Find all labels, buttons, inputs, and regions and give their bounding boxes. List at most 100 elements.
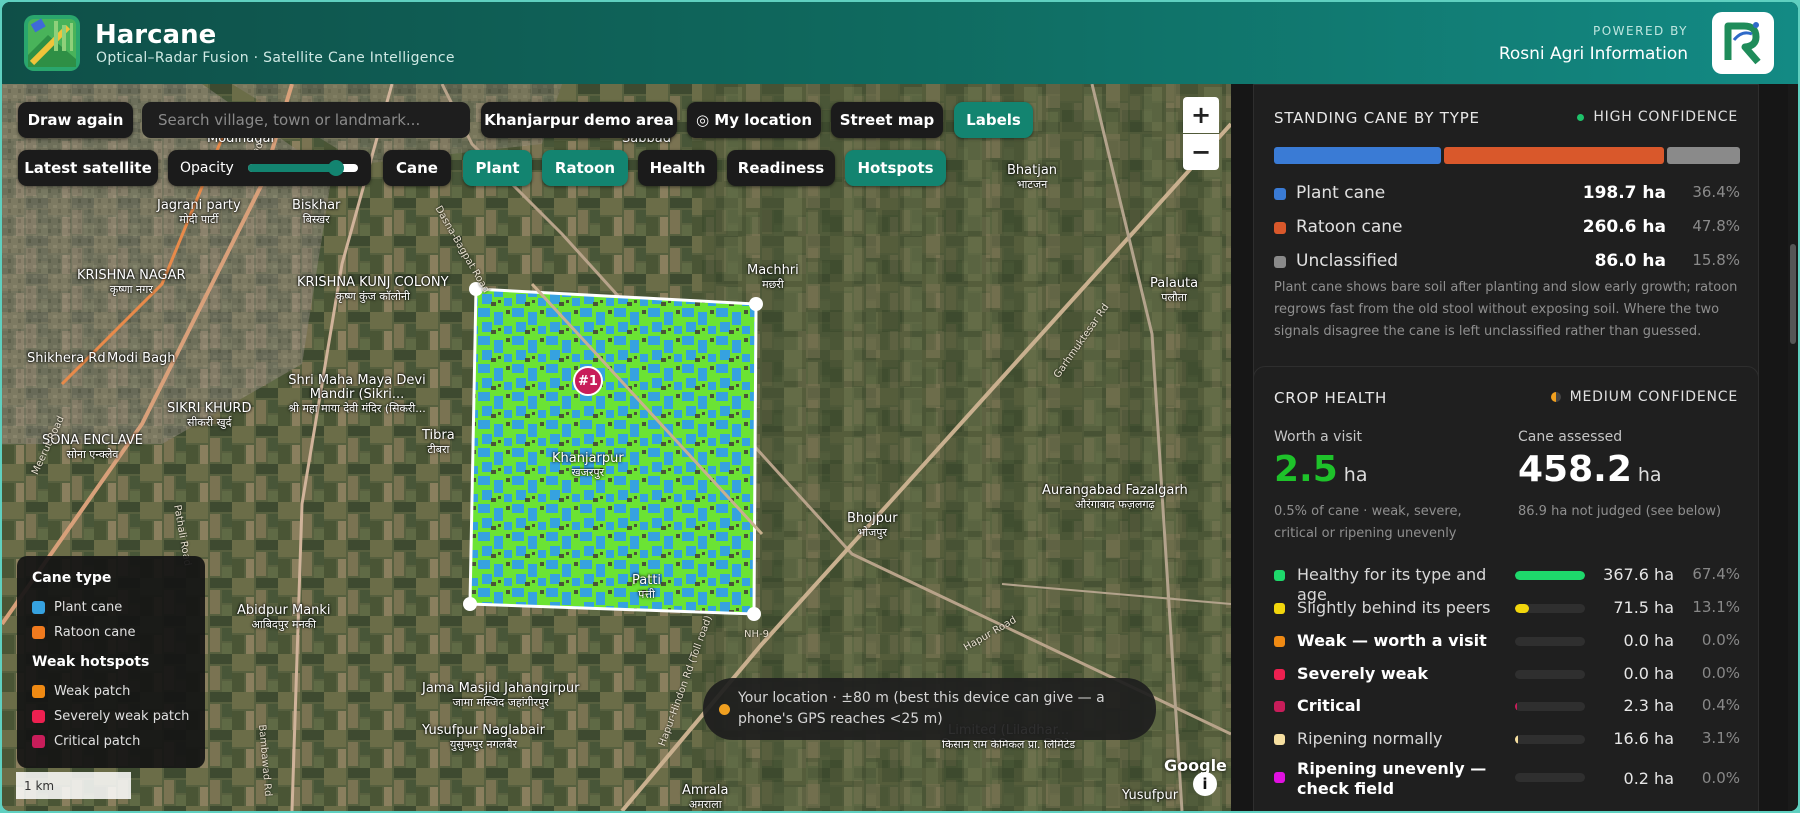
health-swatch: [1274, 772, 1285, 783]
cane-layer-toggle[interactable]: Cane: [383, 150, 451, 186]
place-name: Abidpur Manki: [237, 603, 331, 618]
health-layer-toggle[interactable]: Health: [638, 150, 717, 186]
place-name-hindi: किसान राम केमिकल प्रा. लिमिटेड: [942, 738, 1076, 751]
health-row: Ripening normally 16.6 ha 3.1%: [1274, 729, 1740, 759]
cane-assessed-number: 458.2: [1518, 449, 1632, 490]
hotspot-marker[interactable]: #1: [573, 366, 603, 396]
panel-scrollbar[interactable]: [1788, 84, 1798, 811]
zoom-in-button[interactable]: +: [1183, 97, 1219, 133]
place-label: Palauta पलौता: [1150, 277, 1198, 305]
hotspots-layer-toggle[interactable]: Hotspots: [845, 150, 946, 186]
health-swatch: [1274, 669, 1285, 680]
stacked-bar-segment: [1667, 147, 1740, 164]
place-name: Tibra: [422, 428, 455, 443]
legend-item-critical: Critical patch: [32, 729, 205, 754]
place-label: Aurangabad Fazalgarh औरंगाबाद फज़लगढ़: [1042, 484, 1188, 512]
harcane-logo: [24, 15, 80, 71]
health-percent: 0.0%: [1701, 769, 1740, 787]
info-icon[interactable]: i: [1193, 772, 1217, 796]
place-name-hindi: कृष्णा नगर: [109, 283, 153, 296]
scrollbar-thumb[interactable]: [1790, 244, 1796, 344]
demo-area-button[interactable]: Khanjarpur demo area: [481, 102, 677, 138]
health-bar-fill: [1515, 604, 1529, 613]
location-status-text: Your location · ±80 m (best this device …: [738, 690, 1105, 727]
cane-assessed-unit: ha: [1637, 464, 1662, 486]
place-name: Bhojpur: [847, 511, 898, 526]
health-label: Ripening normally: [1297, 729, 1443, 748]
type-label: Plant cane: [1296, 183, 1386, 203]
health-bar: [1515, 773, 1585, 782]
my-location-button[interactable]: ◎ My location: [687, 102, 821, 138]
type-percent: 47.8%: [1692, 217, 1740, 235]
labels-toggle[interactable]: Labels: [954, 102, 1033, 138]
place-name-hindi: मछरी: [762, 278, 784, 291]
place-name: Amrala: [682, 783, 729, 798]
place-name-hindi: आबिदपुर मनकी: [251, 618, 316, 631]
health-percent: 0.0%: [1701, 664, 1740, 682]
legend-item-ratoon: Ratoon cane: [32, 620, 205, 645]
health-area: 0.2 ha: [1623, 769, 1674, 788]
cane-assessed-note: 86.9 ha not judged (see below): [1518, 504, 1722, 519]
legend-label: Severely weak patch: [54, 709, 190, 724]
place-name-hindi: भोजपुर: [857, 526, 888, 539]
search-input[interactable]: [142, 102, 470, 138]
app-subtitle: Optical–Radar Fusion · Satellite Cane In…: [96, 50, 455, 66]
health-bar-fill: [1515, 702, 1518, 711]
place-name: KRISHNA KUNJ COLONY: [297, 275, 449, 290]
health-row: Ripening unevenly — check field 0.2 ha 0.0…: [1274, 759, 1740, 798]
place-label: KRISHNA KUNJ COLONY कृष्ण कुंज कॉलोनी: [297, 276, 449, 304]
worth-visit-number: 2.5: [1274, 449, 1338, 490]
legend-item-severe: Severely weak patch: [32, 704, 205, 729]
place-name-hindi: खजरपुर: [571, 466, 605, 479]
location-status: Your location · ±80 m (best this device …: [703, 678, 1156, 740]
type-area: 198.7 ha: [1582, 183, 1666, 203]
health-area: 0.0 ha: [1623, 631, 1674, 650]
health-percent: 67.4%: [1692, 565, 1740, 583]
latest-satellite-button[interactable]: Latest satellite: [18, 150, 158, 186]
place-name-hindi: सीकरी खुर्द: [187, 416, 232, 429]
health-label: Critical: [1297, 696, 1362, 715]
satellite-map[interactable]: #1 Modinagar Jagrani party मोदी पार्टी Bisk…: [2, 84, 1231, 811]
place-name-hindi: जामा मस्जिद जहांगीरपुर: [452, 696, 549, 709]
place-name: Khanjarpur: [552, 451, 624, 466]
readiness-layer-toggle[interactable]: Readiness: [727, 150, 835, 186]
ratoon-layer-toggle[interactable]: Ratoon: [542, 150, 628, 186]
place-name: Jagrani party: [157, 198, 241, 213]
opacity-slider[interactable]: [247, 160, 358, 176]
health-bar: [1515, 702, 1585, 711]
health-row: Slightly behind its peers 71.5 ha 13.1%: [1274, 598, 1740, 628]
zoom-out-button[interactable]: −: [1183, 134, 1219, 170]
health-row: Critical 2.3 ha 0.4%: [1274, 696, 1740, 726]
plant-layer-toggle[interactable]: Plant: [463, 150, 532, 186]
map-legend: Cane type Plant cane Ratoon cane Weak ho…: [17, 556, 205, 768]
app-header: Harcane Optical–Radar Fusion · Satellite…: [2, 2, 1798, 84]
standing-cane-title: STANDING CANE BY TYPE: [1274, 109, 1480, 127]
cane-type-row: Unclassified 86.0 ha 15.8%: [1274, 251, 1740, 273]
street-map-button[interactable]: Street map: [831, 102, 943, 138]
draw-again-button[interactable]: Draw again: [18, 102, 133, 138]
cane-type-row: Plant cane 198.7 ha 36.4%: [1274, 183, 1740, 205]
health-area: 2.3 ha: [1623, 696, 1674, 715]
stacked-bar-segment: [1274, 147, 1442, 164]
crop-health-card: CROP HEALTH MEDIUM CONFIDENCE Worth a vi…: [1253, 366, 1759, 811]
health-swatch: [1274, 701, 1285, 712]
health-label: Weak — worth a visit: [1297, 631, 1487, 650]
type-swatch: [1274, 188, 1286, 200]
org-name: Rosni Agri Information: [1498, 44, 1688, 64]
results-panel[interactable]: STANDING CANE BY TYPE HIGH CONFIDENCE Pl…: [1231, 84, 1798, 811]
opacity-slider-handle[interactable]: [327, 160, 344, 176]
health-label: Slightly behind its peers: [1297, 598, 1491, 617]
health-bar: [1515, 670, 1585, 679]
place-name: Shikhera Rd: [27, 351, 106, 366]
stacked-bar-segment: [1444, 147, 1665, 164]
place-label: Jama Masjid Jahangirpur जामा मस्जिद जहांग…: [422, 682, 579, 710]
health-bar: [1515, 735, 1585, 744]
map-scale: 1 km: [16, 772, 131, 799]
place-name-hindi: श्री महा माया देवी मंदिर (सिकरी...: [288, 402, 426, 415]
legend-label: Ratoon cane: [54, 625, 136, 640]
type-swatch: [1274, 256, 1286, 268]
place-name-hindi: कृष्ण कुंज कॉलोनी: [335, 290, 410, 303]
medium-confidence-icon: [1550, 392, 1561, 402]
powered-by-label: POWERED BY: [1592, 24, 1688, 38]
place-name: KRISHNA NAGAR: [77, 268, 186, 283]
